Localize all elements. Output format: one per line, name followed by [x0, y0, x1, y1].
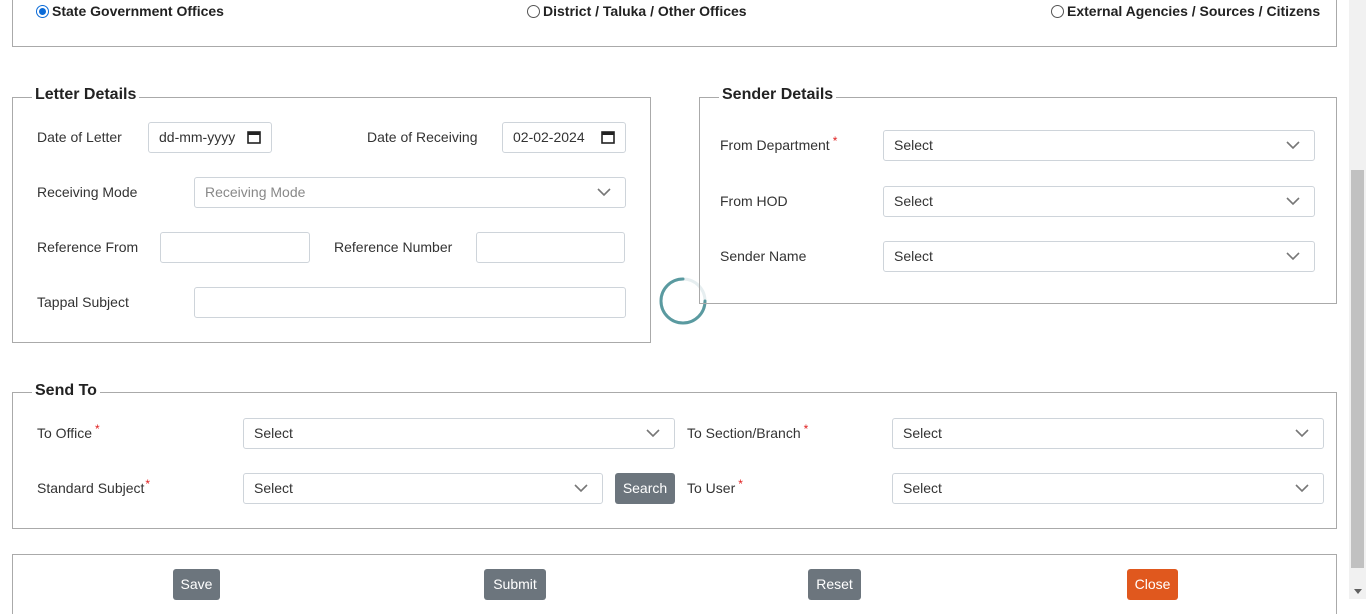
- radio-button[interactable]: [1051, 4, 1064, 18]
- receiving-mode-select[interactable]: Receiving Mode: [194, 177, 626, 208]
- reference-from-input[interactable]: [160, 232, 310, 263]
- date-of-receiving-input[interactable]: 02-02-2024: [502, 122, 626, 153]
- close-button[interactable]: Close: [1127, 569, 1178, 600]
- from-department-text: From Department: [720, 137, 830, 153]
- radio-label: District / Taluka / Other Offices: [543, 3, 747, 19]
- to-office-text: To Office: [37, 425, 92, 441]
- scroll-down-arrow-icon[interactable]: [1354, 589, 1362, 594]
- radio-district-taluka-other-offices[interactable]: District / Taluka / Other Offices: [527, 3, 747, 19]
- scrollbar-thumb[interactable]: [1351, 170, 1364, 568]
- submit-button[interactable]: Submit: [484, 569, 546, 600]
- search-button[interactable]: Search: [615, 473, 675, 504]
- chevron-down-icon: [1295, 429, 1309, 438]
- from-hod-label: From HOD: [720, 193, 788, 209]
- letter-details-legend: Letter Details: [32, 85, 140, 105]
- to-section-branch-select[interactable]: Select: [892, 418, 1324, 449]
- standard-subject-select[interactable]: Select: [243, 473, 603, 504]
- chevron-down-icon: [646, 429, 660, 438]
- radio-label: State Government Offices: [52, 3, 224, 19]
- chevron-down-icon: [1286, 252, 1300, 261]
- sender-name-label: Sender Name: [720, 248, 807, 264]
- reference-number-input[interactable]: [476, 232, 625, 263]
- calendar-icon[interactable]: [247, 130, 261, 144]
- standard-subject-label: Standard Subject*: [37, 477, 151, 499]
- standard-subject-value: Select: [254, 480, 293, 496]
- date-of-letter-label: Date of Letter: [37, 129, 122, 145]
- calendar-icon[interactable]: [601, 130, 615, 144]
- send-to-legend: Send To: [32, 381, 100, 401]
- reference-number-label: Reference Number: [334, 239, 453, 255]
- date-of-letter-value: dd-mm-yyyy: [159, 129, 236, 145]
- receiving-mode-label: Receiving Mode: [37, 184, 138, 200]
- to-user-label: To User *: [687, 477, 743, 499]
- required-marker: *: [832, 134, 838, 148]
- from-department-label: From Department *: [720, 134, 838, 156]
- radio-button[interactable]: [527, 4, 540, 18]
- radio-state-government-offices[interactable]: State Government Offices: [36, 3, 224, 19]
- radio-button-checked[interactable]: [36, 4, 49, 18]
- sender-details-legend: Sender Details: [719, 85, 837, 105]
- required-marker: *: [145, 477, 151, 491]
- date-of-receiving-label: Date of Receiving: [367, 129, 478, 145]
- to-user-select[interactable]: Select: [892, 473, 1324, 504]
- sender-name-select[interactable]: Select: [883, 241, 1315, 272]
- date-of-receiving-value: 02-02-2024: [513, 129, 585, 145]
- required-marker: *: [803, 422, 809, 436]
- date-of-letter-input[interactable]: dd-mm-yyyy: [148, 122, 272, 153]
- chevron-down-icon: [597, 188, 611, 197]
- vertical-scrollbar[interactable]: [1349, 0, 1366, 599]
- from-department-value: Select: [894, 137, 933, 153]
- send-to-panel: [12, 392, 1337, 529]
- chevron-down-icon: [1286, 197, 1300, 206]
- chevron-down-icon: [1286, 141, 1300, 150]
- reference-from-label: Reference From: [37, 239, 139, 255]
- to-office-label: To Office *: [37, 422, 100, 444]
- to-section-value: Select: [903, 425, 942, 441]
- radio-label: External Agencies / Sources / Citizens: [1067, 3, 1321, 19]
- to-user-value: Select: [903, 480, 942, 496]
- from-hod-value: Select: [894, 193, 933, 209]
- radio-external-agencies[interactable]: External Agencies / Sources / Citizens: [1051, 3, 1320, 19]
- required-marker: *: [738, 477, 743, 491]
- chevron-down-icon: [574, 484, 588, 493]
- to-user-text: To User: [687, 480, 736, 496]
- to-section-text: To Section/Branch: [687, 425, 801, 441]
- standard-subject-text: Standard Subject: [37, 480, 145, 496]
- to-office-value: Select: [254, 425, 293, 441]
- to-section-branch-label: To Section/Branch *: [687, 422, 809, 444]
- chevron-down-icon: [1295, 484, 1309, 493]
- tappal-subject-label: Tappal Subject: [37, 294, 129, 310]
- receiving-mode-placeholder: Receiving Mode: [205, 184, 306, 200]
- reset-button[interactable]: Reset: [808, 569, 861, 600]
- save-button[interactable]: Save: [173, 569, 220, 600]
- tappal-subject-input[interactable]: [194, 287, 626, 318]
- to-office-select[interactable]: Select: [243, 418, 675, 449]
- required-marker: *: [95, 422, 100, 436]
- from-hod-select[interactable]: Select: [883, 186, 1315, 217]
- sender-name-value: Select: [894, 248, 933, 264]
- from-department-select[interactable]: Select: [883, 130, 1315, 161]
